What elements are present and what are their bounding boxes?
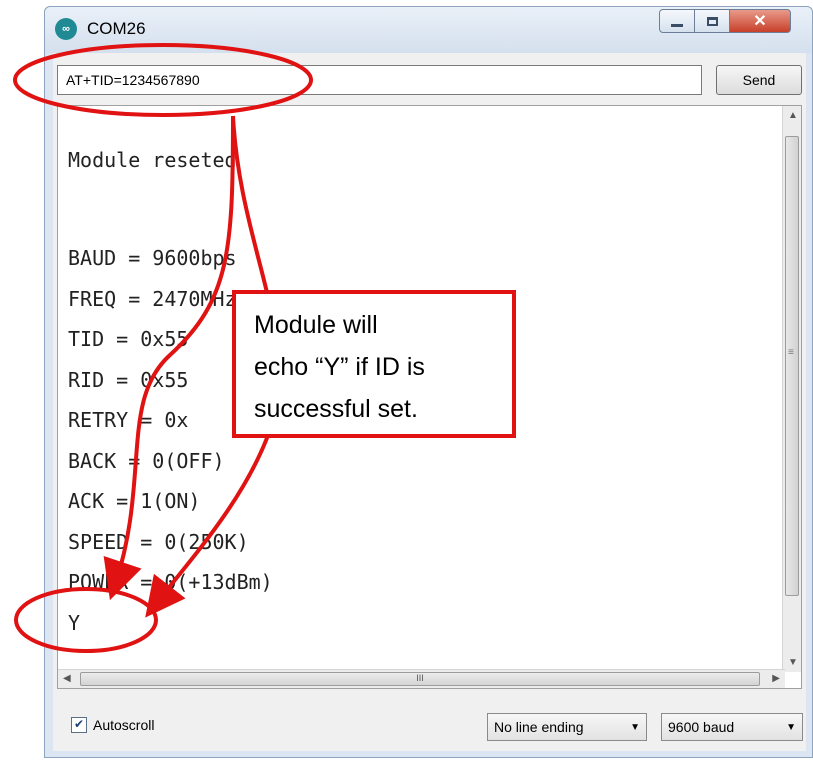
horizontal-scroll-thumb[interactable]: III (80, 672, 760, 686)
bottom-bar: ✔ Autoscroll No line ending ▼ 9600 baud … (53, 693, 806, 751)
callout-line: successful set. (254, 395, 418, 423)
line-ending-select[interactable]: No line ending ▼ (487, 713, 647, 741)
command-input[interactable] (57, 65, 702, 95)
serial-line: BACK = 0(OFF) (68, 448, 225, 473)
callout-line: Module will (254, 311, 378, 339)
vertical-scroll-thumb[interactable]: ≡ (785, 136, 799, 596)
arduino-icon: ∞ (55, 18, 77, 40)
scroll-up-icon[interactable]: ▲ (788, 110, 798, 121)
serial-line: FREQ = 2470MHz (68, 286, 237, 311)
close-icon: ✕ (753, 13, 767, 30)
vertical-scrollbar[interactable]: ▲ ≡ ▼ (782, 106, 801, 672)
annotation-callout: Module will echo “Y” if ID is successful… (232, 290, 516, 438)
serial-line: RID = 0x55 (68, 367, 189, 392)
grip-icon: ≡ (788, 347, 794, 358)
send-button[interactable]: Send (716, 65, 802, 95)
maximize-icon (706, 16, 718, 26)
callout-line: echo “Y” if ID is (254, 353, 425, 381)
serial-line: BAUD = 9600bps (68, 246, 237, 270)
scroll-down-icon[interactable]: ▼ (788, 657, 798, 668)
serial-line: SPEED = 0(250K) (68, 529, 249, 554)
chevron-down-icon: ▼ (630, 721, 640, 733)
serial-line: ACK = 1(ON) (68, 489, 201, 513)
window-title: COM26 (87, 19, 146, 38)
scroll-left-icon[interactable]: ◀ (63, 673, 71, 684)
baud-rate-select[interactable]: 9600 baud ▼ (661, 713, 803, 741)
serial-line: TID = 0x55 (68, 327, 189, 351)
serial-line: Module reseted (68, 148, 237, 172)
autoscroll-label: Autoscroll (93, 717, 155, 733)
minimize-icon (671, 23, 683, 27)
line-ending-value: No line ending (494, 719, 584, 735)
title-bar[interactable]: ∞ COM26 ✕ (45, 7, 812, 53)
maximize-button[interactable] (694, 9, 730, 33)
serial-line: RETRY = 0x (68, 408, 189, 432)
serial-line: POWER = 0(+13dBm) (68, 570, 273, 594)
minimize-button[interactable] (659, 9, 695, 33)
autoscroll-checkbox[interactable]: ✔ (71, 717, 87, 733)
chevron-down-icon: ▼ (786, 721, 796, 733)
close-button[interactable]: ✕ (729, 9, 791, 33)
scroll-right-icon[interactable]: ▶ (772, 673, 780, 684)
baud-rate-value: 9600 baud (668, 719, 735, 735)
autoscroll-toggle[interactable]: ✔ Autoscroll (71, 717, 154, 733)
horizontal-scrollbar[interactable]: ◀ III ▶ (58, 669, 785, 688)
serial-line: Y (68, 610, 81, 635)
